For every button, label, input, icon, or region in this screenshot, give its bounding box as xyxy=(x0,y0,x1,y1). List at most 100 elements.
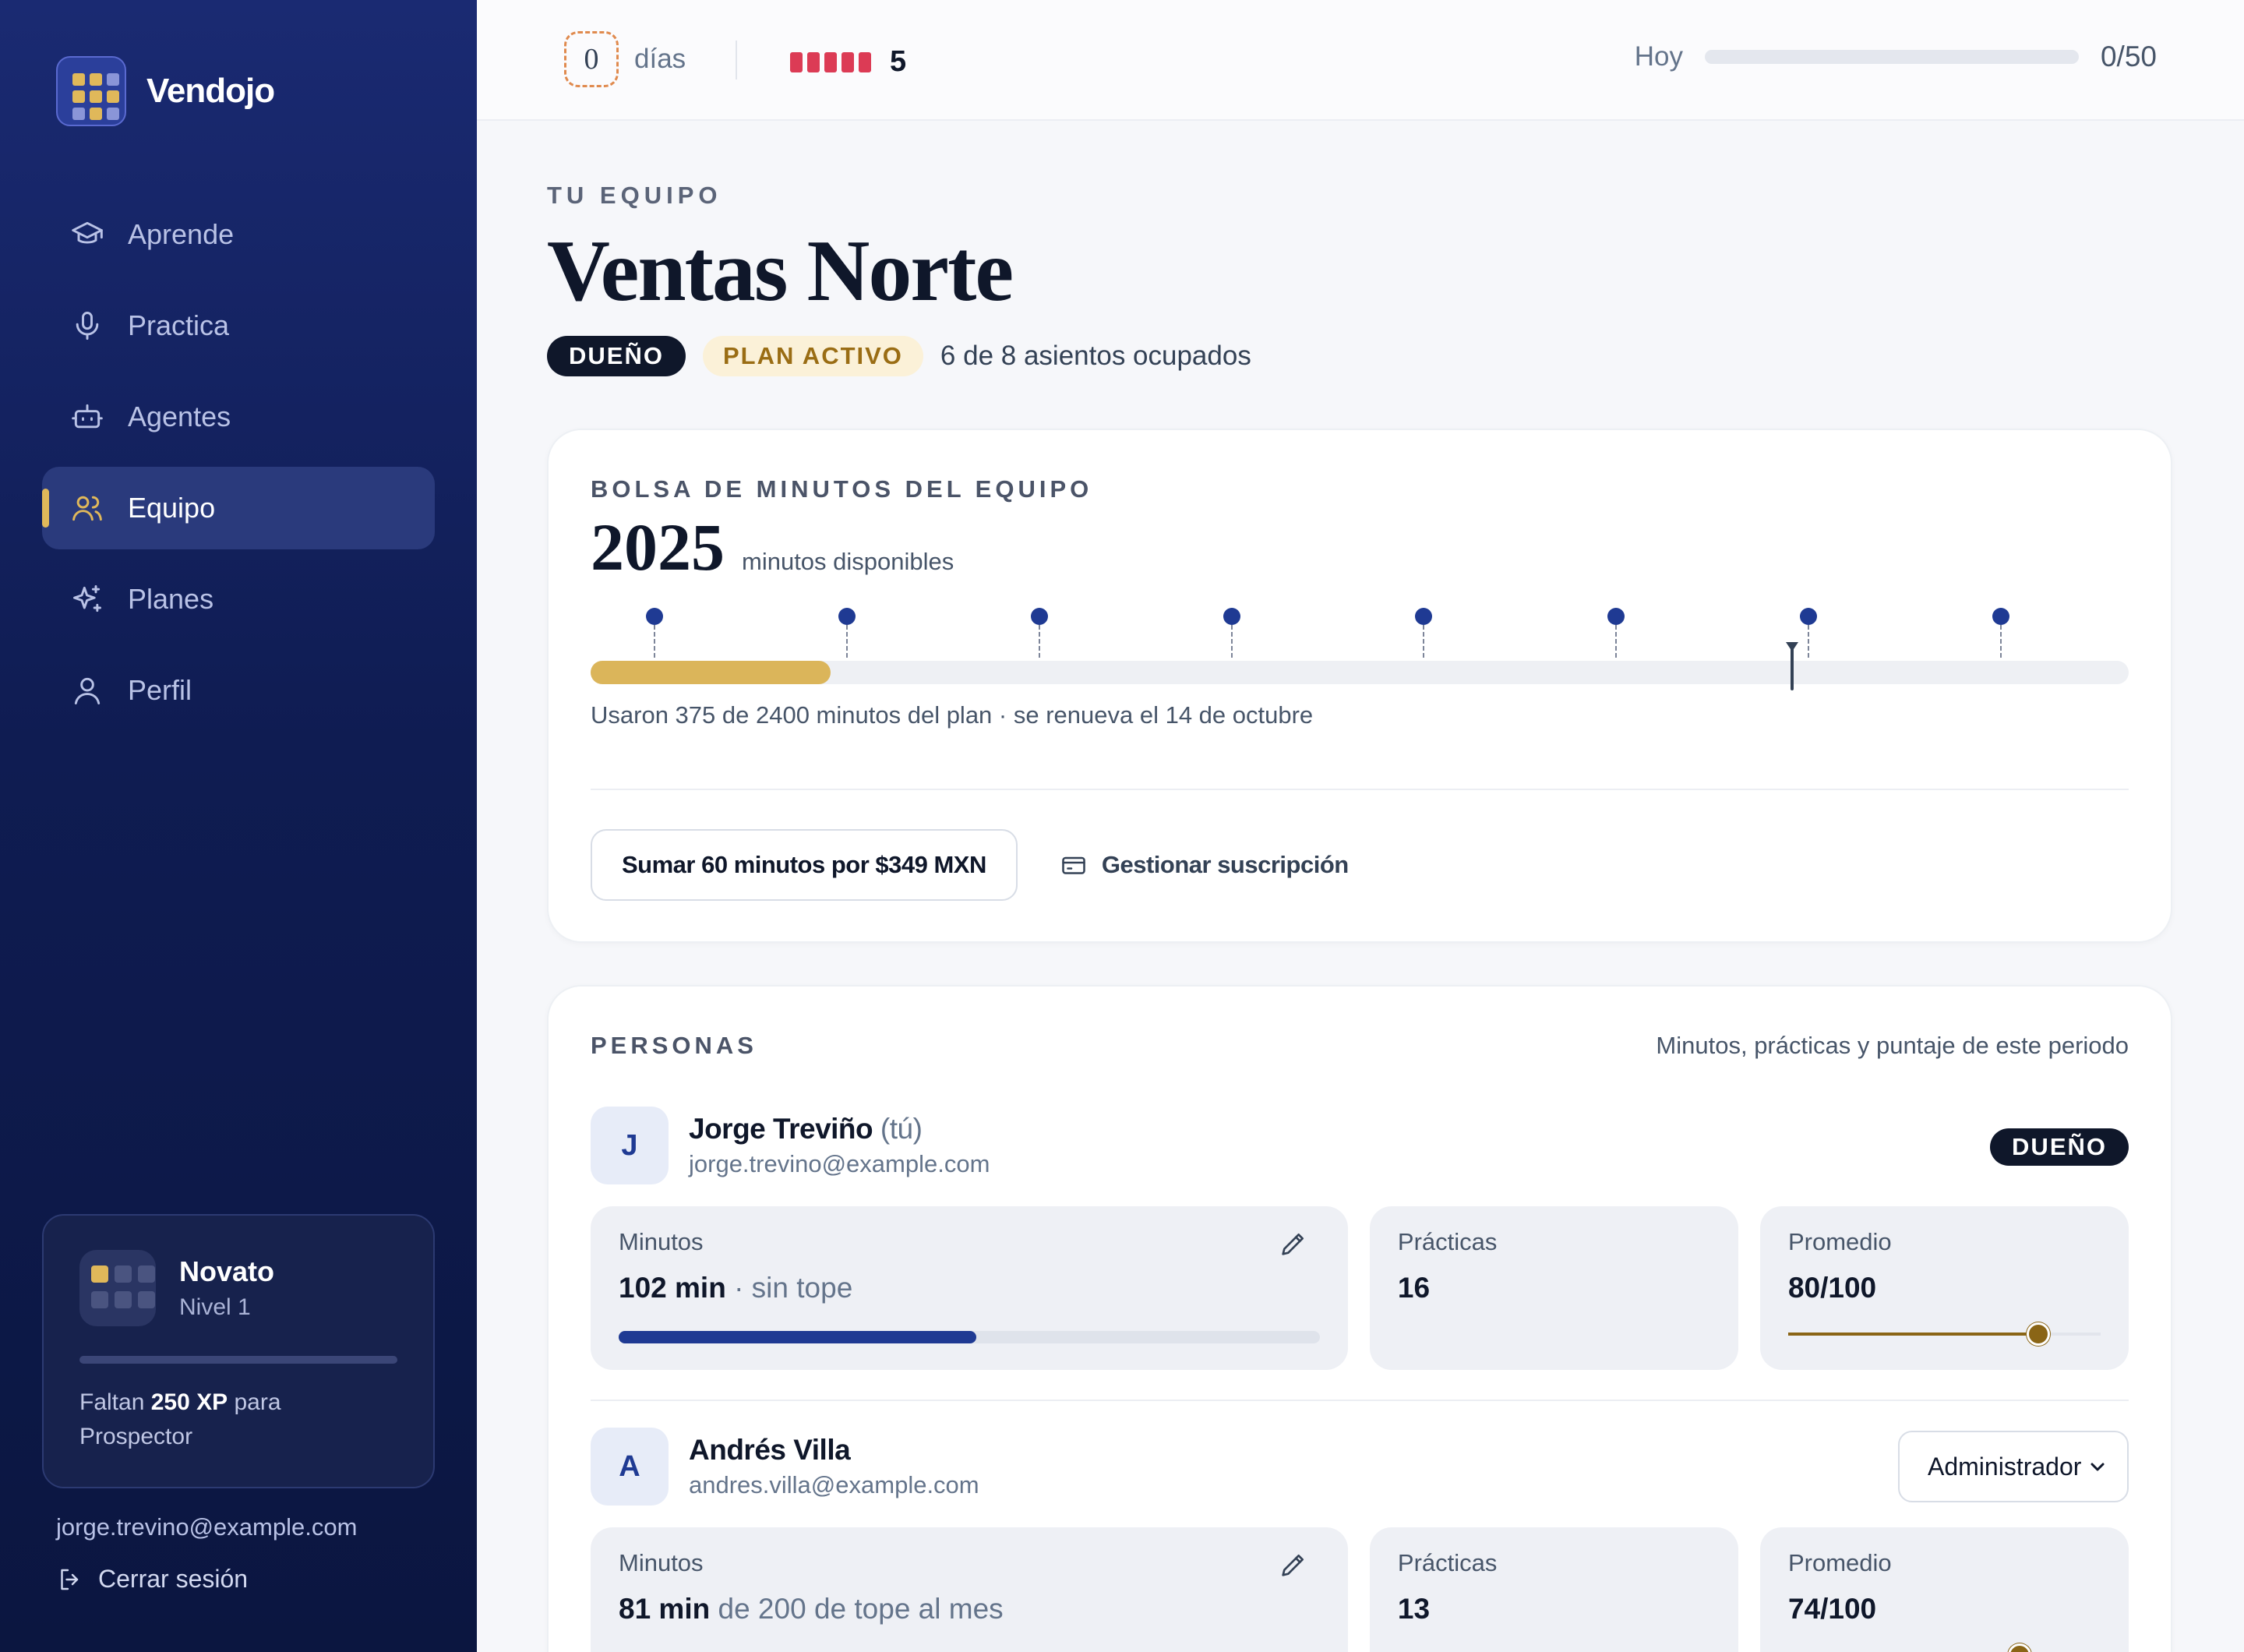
avatar: J xyxy=(591,1107,669,1184)
stat-label: Prácticas xyxy=(1397,1228,1498,1255)
score-slider xyxy=(1787,1322,2101,1346)
stat-label: Promedio xyxy=(1787,1228,1892,1255)
sidebar-item-label: Equipo xyxy=(128,492,216,524)
pool-marker xyxy=(1992,608,2009,658)
stat-value: 80/100 xyxy=(1787,1272,1877,1304)
sparkles-icon xyxy=(70,582,104,616)
member-name: Jorge Treviño (tú) xyxy=(689,1113,923,1145)
brand-logo-icon xyxy=(56,56,126,126)
divider xyxy=(591,1400,2129,1401)
plan-status-badge: PLAN ACTIVO xyxy=(702,336,923,376)
member-row: A Andrés Villa andres.villa@example.com … xyxy=(591,1428,2129,1652)
seats-occupied: 6 de 8 asientos ocupados xyxy=(940,341,1251,371)
people-card: PERSONAS Minutos, prácticas y puntaje de… xyxy=(547,985,2172,1652)
streak-value: 0 xyxy=(564,31,619,87)
sidebar-item-label: Practica xyxy=(128,309,230,341)
minutes-progress-bar xyxy=(619,1331,1320,1343)
robot-icon xyxy=(70,400,104,434)
practices-stat: Prácticas 13 xyxy=(1369,1527,1738,1652)
manage-subscription-link[interactable]: Gestionar suscripción xyxy=(1060,851,1349,879)
daily-goal-count: 0/50 xyxy=(2100,41,2157,72)
sidebar-item-label: Agentes xyxy=(128,401,231,432)
level-badge-icon xyxy=(79,1250,156,1326)
pool-marker xyxy=(646,608,664,658)
daily-goal-bar xyxy=(1704,50,2079,64)
life-icon xyxy=(859,51,871,72)
page-title: Ventas Norte xyxy=(547,223,1014,319)
account-email: jorge.trevino@example.com xyxy=(56,1513,358,1541)
life-icon xyxy=(807,51,820,72)
pool-usage-note: Usaron 375 de 2400 minutos del plan · se… xyxy=(591,701,1314,729)
add-minutes-button[interactable]: Sumar 60 minutos por $349 MXN xyxy=(591,829,1018,901)
sidebar: Vendojo Aprende Practica Agentes Equipo xyxy=(0,0,477,1652)
logout-button[interactable]: Cerrar sesión xyxy=(56,1565,248,1594)
score-stat: Promedio 74/100 xyxy=(1759,1527,2129,1652)
people-subtitle: Minutos, prácticas y puntaje de este per… xyxy=(1656,1032,2129,1059)
level-name: Novato xyxy=(179,1255,275,1287)
member-email: jorge.trevino@example.com xyxy=(689,1150,990,1177)
user-icon xyxy=(70,673,104,708)
pool-marker xyxy=(1799,608,1817,658)
pool-meter xyxy=(591,608,2129,690)
logout-icon xyxy=(61,1569,79,1590)
minutes-pool-card: BOLSA DE MINUTOS DEL EQUIPO 2025 minutos… xyxy=(547,429,2172,943)
lives-counter[interactable]: 5 xyxy=(790,45,906,79)
stat-label: Promedio xyxy=(1787,1549,1892,1576)
sidebar-nav: Aprende Practica Agentes Equipo Planes P… xyxy=(42,193,435,740)
score-knob xyxy=(2007,1643,2031,1652)
sidebar-item-label: Perfil xyxy=(128,674,192,706)
pool-meter-fill xyxy=(591,661,831,684)
life-icon xyxy=(842,51,854,72)
stat-value: 74/100 xyxy=(1787,1593,1877,1625)
divider xyxy=(591,789,2129,790)
sidebar-item-aprende[interactable]: Aprende xyxy=(42,193,435,276)
graduation-cap-icon xyxy=(70,217,104,252)
divider xyxy=(736,41,737,79)
pool-marker xyxy=(838,608,856,658)
team-header: TU EQUIPO Ventas Norte DUEÑO PLAN ACTIVO… xyxy=(547,121,2175,376)
minutes-progress-fill xyxy=(619,1331,976,1343)
lives-count: 5 xyxy=(890,45,907,78)
chevron-down-icon xyxy=(2091,1463,2105,1471)
level-progress-bar xyxy=(79,1356,397,1364)
pencil-icon xyxy=(1282,1234,1304,1255)
pool-marker xyxy=(1415,608,1433,658)
sidebar-item-agentes[interactable]: Agentes xyxy=(42,376,435,458)
score-knob xyxy=(2026,1322,2050,1346)
practices-stat: Prácticas 16 xyxy=(1369,1206,1738,1370)
daily-goal-label: Hoy xyxy=(1634,41,1683,72)
stat-value: 81 min de 200 de tope al mes xyxy=(619,1593,1004,1625)
member-role-select[interactable]: Administrador xyxy=(1898,1431,2129,1502)
pool-marker xyxy=(1607,608,1625,658)
stat-label: Minutos xyxy=(619,1228,704,1255)
sidebar-item-planes[interactable]: Planes xyxy=(42,558,435,641)
streak-label: días xyxy=(634,44,686,74)
score-stat: Promedio 80/100 xyxy=(1759,1206,2129,1370)
score-fill xyxy=(1787,1333,2038,1336)
sidebar-item-perfil[interactable]: Perfil xyxy=(42,649,435,732)
stat-value: 102 min · sin tope xyxy=(619,1272,853,1304)
edit-minutes-button[interactable] xyxy=(1278,1549,1312,1583)
pencil-icon xyxy=(1282,1555,1304,1576)
streak-counter[interactable]: 0 días xyxy=(564,31,686,87)
brand[interactable]: Vendojo xyxy=(56,56,275,126)
edit-minutes-button[interactable] xyxy=(1278,1228,1312,1262)
avatar: A xyxy=(591,1428,669,1506)
stat-label: Minutos xyxy=(619,1549,704,1576)
people-title: PERSONAS xyxy=(591,1032,757,1059)
you-tag: (tú) xyxy=(880,1113,923,1145)
member-role-badge: DUEÑO xyxy=(1990,1128,2129,1166)
sidebar-item-label: Planes xyxy=(128,583,214,615)
stat-value: 16 xyxy=(1397,1272,1431,1304)
brand-name: Vendojo xyxy=(146,72,275,110)
microphone-icon xyxy=(70,309,104,343)
level-number: Nivel 1 xyxy=(179,1294,251,1320)
life-icon xyxy=(790,51,803,72)
sidebar-item-label: Aprende xyxy=(128,218,235,250)
credit-card-icon xyxy=(1062,856,1085,874)
pool-needle xyxy=(1786,642,1799,690)
sidebar-item-equipo[interactable]: Equipo xyxy=(42,467,435,549)
sidebar-item-practica[interactable]: Practica xyxy=(42,284,435,367)
users-icon xyxy=(70,491,104,525)
daily-goal: Hoy 0/50 xyxy=(1635,41,2157,73)
